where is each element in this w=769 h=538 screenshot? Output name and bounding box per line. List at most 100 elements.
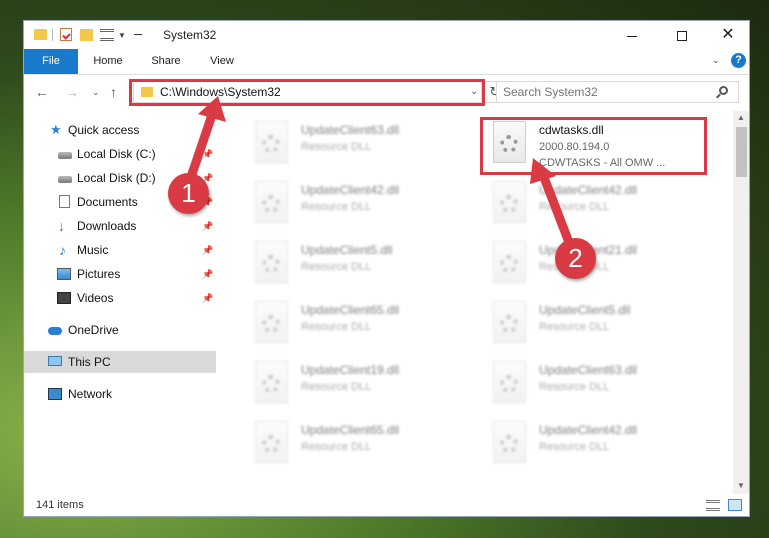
sidebar-item-label: Downloads — [77, 219, 137, 233]
list-item[interactable]: UpdateClient42.dll Resource DLL — [240, 175, 470, 231]
sidebar-item-videos[interactable]: Videos 📌 — [24, 287, 216, 309]
file-description: Resource DLL — [301, 201, 372, 213]
file-name: UpdateClient63.dll — [539, 363, 638, 377]
sidebar-item-label: OneDrive — [68, 323, 119, 337]
view-icon[interactable] — [100, 29, 114, 41]
list-item[interactable]: UpdateClient63.dll Resource DLL — [240, 115, 470, 171]
pin-icon[interactable]: 📌 — [202, 143, 213, 165]
sidebar-item-label: Pictures — [77, 267, 121, 281]
file-description: Resource DLL — [539, 381, 610, 393]
tab-view[interactable]: View — [200, 49, 244, 74]
folder-icon — [34, 29, 47, 40]
dll-file-icon — [255, 421, 288, 463]
new-folder-icon[interactable] — [80, 29, 93, 41]
music-icon: ♪ — [59, 242, 66, 258]
ribbon-tabs: File Home Share View ⌄ ? — [24, 49, 749, 75]
list-item[interactable]: UpdateClient5.dll Resource DLL — [240, 235, 470, 291]
file-description: Resource DLL — [301, 261, 372, 273]
sidebar-item-label: Local Disk (C:) — [77, 147, 156, 161]
close-button[interactable]: ✕ — [705, 21, 749, 49]
pin-icon[interactable]: 📌 — [202, 263, 213, 285]
list-item[interactable]: UpdateClient19.dll Resource DLL — [240, 355, 470, 411]
scroll-up-icon[interactable]: ▲ — [737, 113, 745, 122]
file-name: UpdateClient5.dll — [301, 243, 393, 257]
help-button[interactable]: ? — [731, 53, 746, 68]
list-item[interactable]: UpdateClient63.dll Resource DLL — [478, 355, 708, 411]
star-icon: ★ — [50, 122, 62, 137]
gear-icon — [500, 195, 518, 213]
tab-file[interactable]: File — [24, 49, 78, 74]
computer-icon — [48, 356, 62, 366]
list-item[interactable]: UpdateClient5.dll Resource DLL — [478, 295, 708, 351]
list-item[interactable]: UpdateClient65.dll Resource DLL — [240, 295, 470, 351]
list-item[interactable]: UpdateClient42.dll Resource DLL — [478, 175, 708, 231]
gear-icon — [500, 435, 518, 453]
step-2-badge: 2 — [555, 238, 596, 279]
file-name: UpdateClient5.dll — [539, 303, 631, 317]
list-item[interactable]: UpdateClient42.dll Resource DLL — [478, 415, 708, 471]
search-icon[interactable] — [719, 86, 728, 95]
step-1-badge: 1 — [168, 173, 209, 214]
sidebar-item-music[interactable]: ♪ Music 📌 — [24, 239, 216, 261]
tab-share[interactable]: Share — [144, 49, 188, 74]
forward-arrow-icon[interactable]: → — [65, 84, 79, 100]
pin-icon[interactable]: 📌 — [202, 287, 213, 309]
minimize-button[interactable] — [609, 21, 655, 49]
file-description: Resource DLL — [539, 201, 610, 213]
gear-icon — [262, 135, 280, 153]
scrollbar-thumb[interactable] — [736, 127, 747, 177]
sidebar-item-label: Local Disk (D:) — [77, 171, 156, 185]
sidebar-item-label: This PC — [68, 355, 111, 369]
up-arrow-icon[interactable]: ↑ — [110, 84, 117, 100]
gear-icon — [262, 195, 280, 213]
vertical-scrollbar[interactable]: ▲ ▼ — [733, 111, 749, 494]
sidebar-item-quick-access[interactable]: ★ Quick access — [24, 119, 216, 141]
back-arrow-icon[interactable]: ← — [35, 84, 49, 100]
search-box[interactable] — [496, 81, 739, 103]
recent-locations-chevron-icon[interactable]: ⌄ — [92, 87, 100, 98]
gear-icon — [500, 315, 518, 333]
address-bar-highlight — [129, 79, 485, 106]
file-name: UpdateClient19.dll — [301, 363, 400, 377]
minimize-icon — [627, 35, 637, 37]
dll-file-icon — [255, 361, 288, 403]
scroll-down-icon[interactable]: ▼ — [737, 481, 745, 490]
dll-file-icon — [493, 301, 526, 343]
details-view-icon[interactable] — [706, 500, 720, 511]
chevron-down-icon[interactable]: ⌄ — [712, 55, 720, 66]
sidebar-item-network[interactable]: Network — [24, 383, 216, 405]
sidebar-item-local-disk-c[interactable]: Local Disk (C:) 📌 — [24, 143, 216, 165]
dll-file-icon — [493, 241, 526, 283]
sidebar-item-onedrive[interactable]: OneDrive — [24, 319, 216, 341]
dll-file-icon — [493, 181, 526, 223]
file-name: UpdateClient42.dll — [301, 183, 400, 197]
file-name: UpdateClient42.dll — [539, 183, 638, 197]
file-name: UpdateClient65.dll — [301, 423, 400, 437]
gear-icon — [262, 435, 280, 453]
sidebar-item-this-pc[interactable]: This PC — [24, 351, 216, 373]
pin-icon[interactable]: 📌 — [202, 239, 213, 261]
pin-icon[interactable]: 📌 — [202, 215, 213, 237]
file-highlight — [480, 117, 707, 175]
chevron-down-icon[interactable]: ▼ — [118, 31, 132, 45]
sidebar-item-pictures[interactable]: Pictures 📌 — [24, 263, 216, 285]
customize-toolbar-icon[interactable] — [134, 34, 142, 35]
sidebar-item-label: Documents — [77, 195, 138, 209]
pictures-icon — [57, 268, 71, 280]
dll-file-icon — [493, 421, 526, 463]
sidebar-item-downloads[interactable]: ↓ Downloads 📌 — [24, 215, 216, 237]
navigation-pane: ★ Quick access Local Disk (C:) 📌 Local D… — [24, 111, 220, 494]
network-icon — [48, 388, 62, 400]
file-description: Resource DLL — [301, 321, 372, 333]
tiles-view-icon[interactable] — [728, 499, 742, 511]
gear-icon — [500, 375, 518, 393]
properties-icon[interactable] — [60, 28, 72, 41]
window-title: System32 — [163, 28, 217, 42]
document-icon — [59, 195, 70, 208]
tab-home[interactable]: Home — [86, 49, 130, 74]
disk-icon — [58, 176, 72, 183]
dll-file-icon — [255, 241, 288, 283]
maximize-button[interactable] — [659, 21, 705, 49]
list-item[interactable]: UpdateClient65.dll Resource DLL — [240, 415, 470, 471]
search-input[interactable] — [503, 84, 713, 100]
